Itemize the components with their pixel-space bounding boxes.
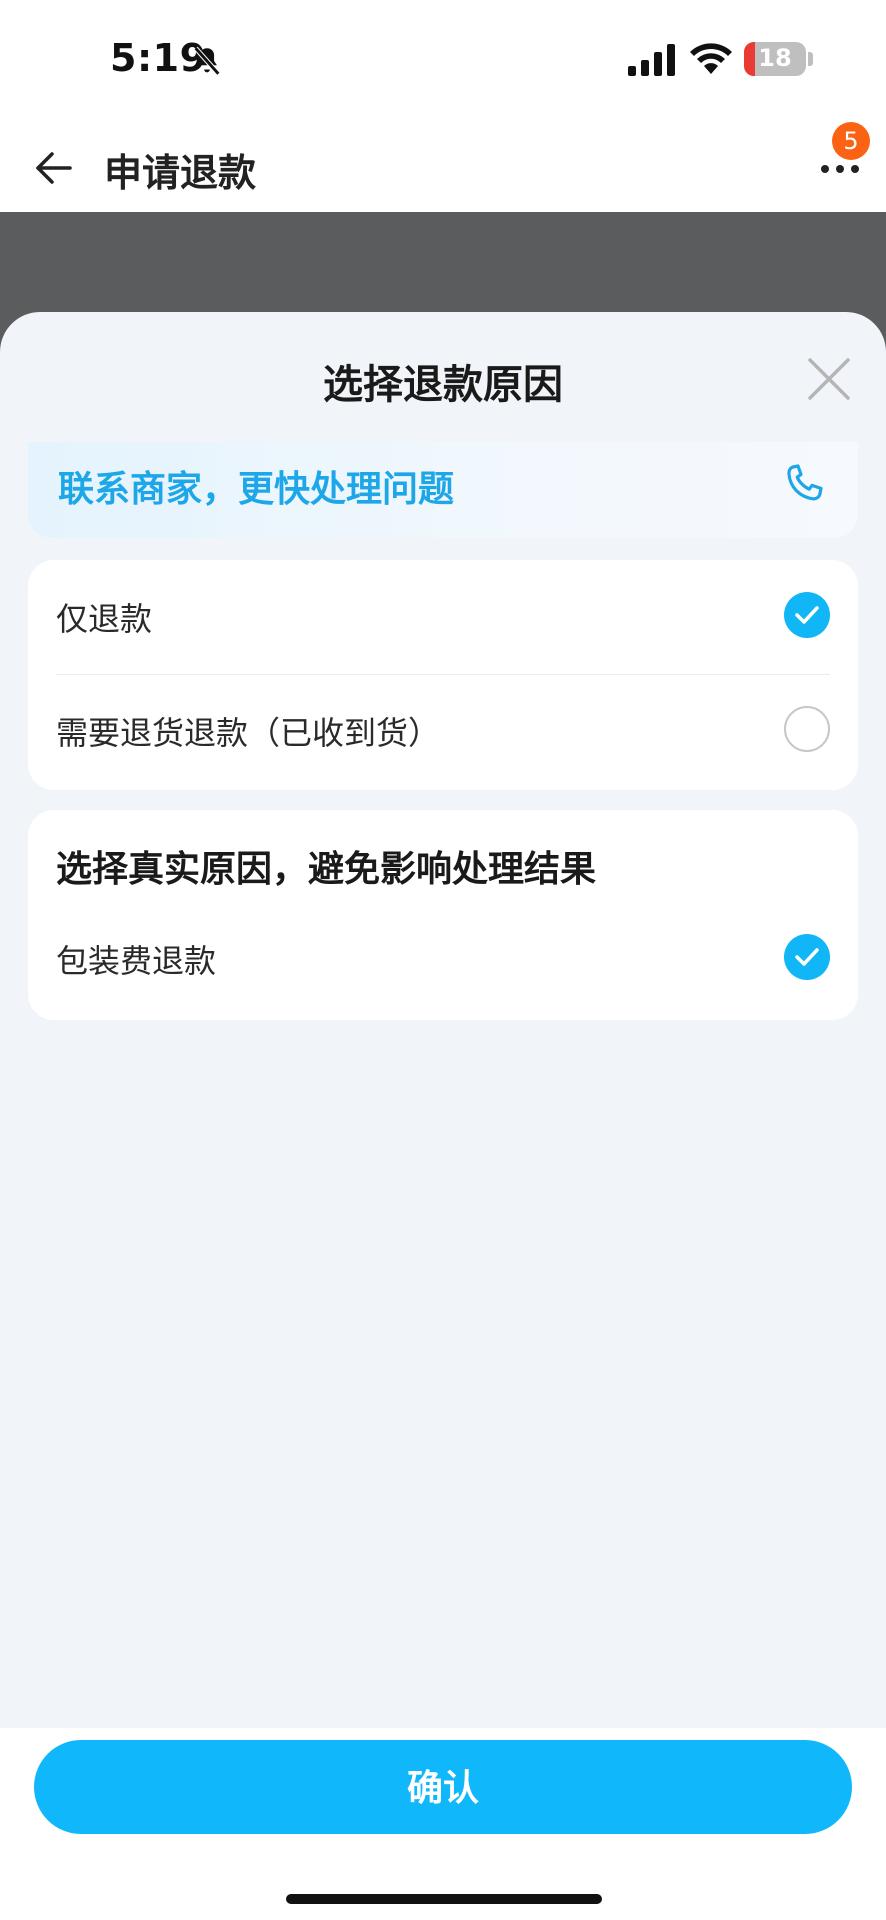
battery-nub: [808, 52, 813, 66]
page-title: 申请退款: [104, 151, 257, 195]
close-icon[interactable]: [806, 356, 852, 402]
more-icon[interactable]: [820, 162, 860, 176]
option-label: 需要退货退款（已收到货）: [56, 714, 441, 752]
checkbox-unchecked[interactable]: [784, 706, 830, 752]
battery-level: 18: [758, 44, 792, 72]
wifi-icon: [690, 43, 732, 74]
bell-off-icon: [193, 46, 221, 76]
reason-card: 选择真实原因，避免影响处理结果 包装费退款: [28, 810, 858, 1020]
option-label: 仅退款: [56, 600, 153, 638]
battery-icon: 18: [744, 42, 806, 76]
home-indicator[interactable]: [286, 1894, 602, 1904]
refund-type-card: 仅退款 需要退货退款（已收到货）: [28, 560, 858, 790]
option-packaging-fee-refund[interactable]: 包装费退款: [28, 902, 858, 1012]
refund-reason-sheet: 选择退款原因 联系商家，更快处理问题 仅退款 需要退货退款（已收到货） 选择真实…: [0, 312, 886, 1920]
notification-badge: 5: [832, 122, 870, 160]
checkbox-checked[interactable]: [784, 934, 830, 980]
option-refund-only[interactable]: 仅退款: [28, 560, 858, 670]
reasons-heading: 选择真实原因，避免影响处理结果: [56, 849, 597, 890]
phone-icon: [787, 464, 823, 501]
option-label: 包装费退款: [56, 942, 217, 980]
contact-merchant-label: 联系商家，更快处理问题: [58, 469, 455, 510]
contact-merchant-banner[interactable]: 联系商家，更快处理问题: [28, 442, 858, 538]
check-icon: [795, 606, 819, 624]
top-bar: 5:19 18 申请退款 5: [0, 0, 886, 212]
sheet-title: 选择退款原因: [323, 362, 563, 408]
back-arrow-icon[interactable]: [34, 148, 74, 188]
confirm-button[interactable]: 确认: [34, 1740, 852, 1834]
option-return-refund[interactable]: 需要退货退款（已收到货）: [28, 674, 858, 784]
signal-icon: [628, 44, 675, 76]
checkbox-checked[interactable]: [784, 592, 830, 638]
check-icon: [795, 948, 819, 966]
